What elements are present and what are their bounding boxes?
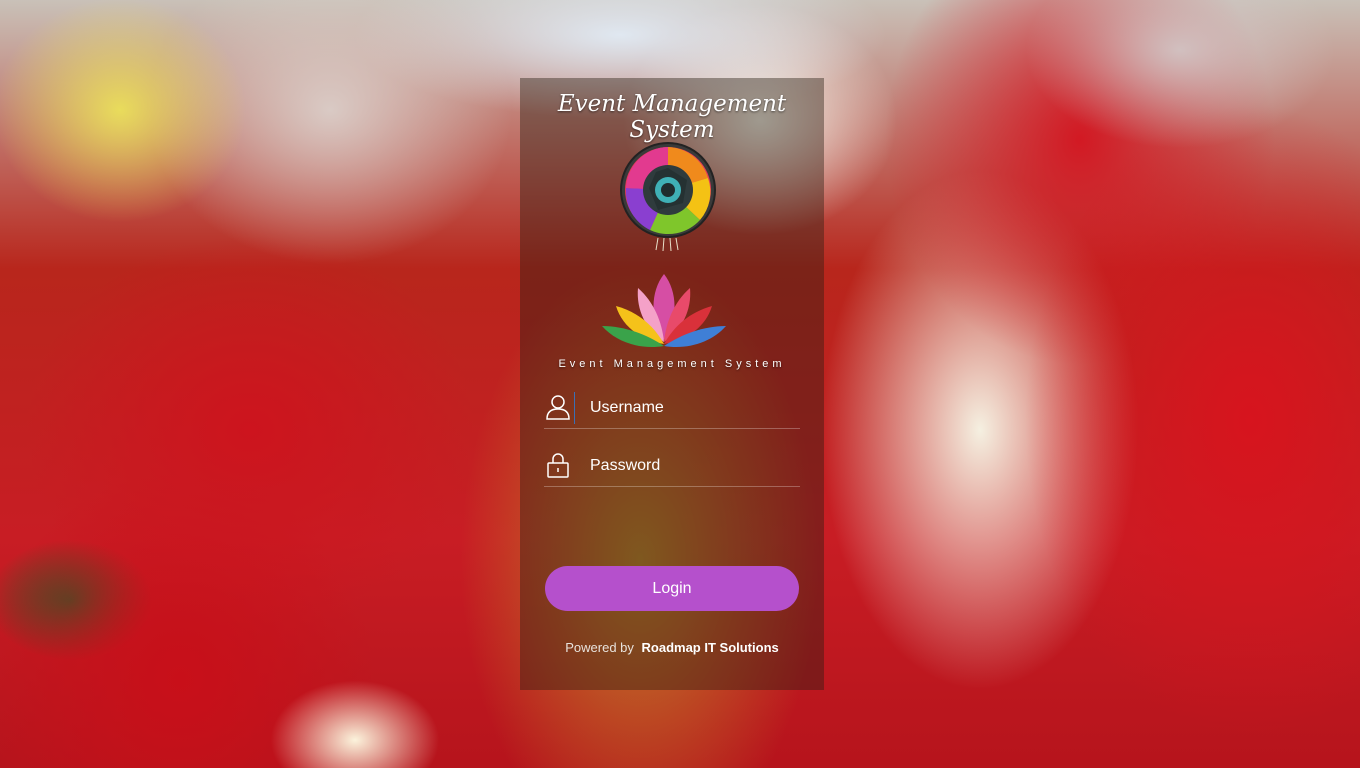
app-tagline: Event Management System [558,358,786,370]
powered-by-label: Powered by [565,640,634,655]
lotus-logo [602,274,726,348]
password-field [544,442,800,487]
login-button[interactable]: Login [545,566,799,611]
powered-by: Powered by Roadmap IT Solutions [520,640,824,655]
username-separator [574,392,575,424]
app-title: Event Management System [557,91,787,143]
camera-shutter-logo [620,142,716,252]
username-input[interactable] [588,392,797,424]
lock-icon [547,453,569,478]
password-input[interactable] [588,450,797,482]
login-panel: Event Management System Event Management… [520,78,824,690]
username-field [544,384,800,429]
user-icon [546,395,570,420]
company-name: Roadmap IT Solutions [641,640,779,655]
